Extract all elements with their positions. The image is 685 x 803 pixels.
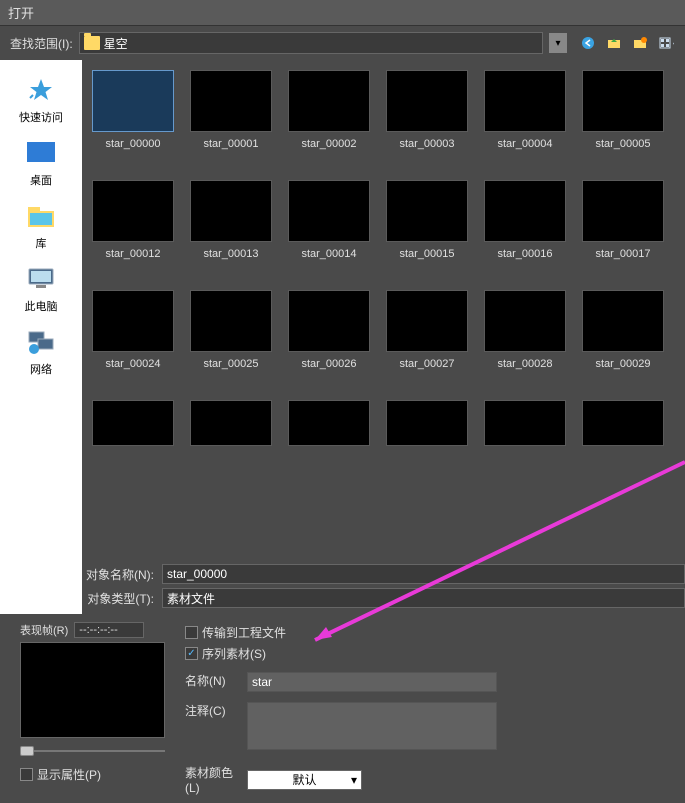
sidebar-item-label: 桌面 — [30, 172, 52, 188]
transfer-checkbox[interactable] — [185, 626, 198, 639]
folder-icon — [84, 36, 100, 50]
sidebar-network[interactable]: 网络 — [23, 324, 59, 379]
file-item[interactable]: star_00013 — [190, 180, 272, 260]
file-item[interactable]: star_00014 — [288, 180, 370, 260]
comment-label: 注释(C) — [185, 702, 241, 719]
file-item[interactable]: star_00002 — [288, 70, 370, 150]
file-item[interactable]: star_00015 — [386, 180, 468, 260]
new-folder-icon[interactable] — [631, 34, 649, 52]
file-item[interactable] — [288, 400, 370, 446]
file-item[interactable] — [386, 400, 468, 446]
file-item[interactable] — [92, 400, 174, 446]
file-item[interactable]: star_00004 — [484, 70, 566, 150]
network-icon — [25, 326, 57, 358]
material-name-input[interactable] — [247, 672, 497, 692]
file-item[interactable]: star_00003 — [386, 70, 468, 150]
sidebar-item-label: 快速访问 — [19, 109, 63, 125]
sidebar-desktop[interactable]: 桌面 — [23, 135, 59, 190]
back-icon[interactable] — [579, 34, 597, 52]
file-item[interactable]: star_00024 — [92, 290, 174, 370]
file-item[interactable] — [484, 400, 566, 446]
folder-path-text: 星空 — [104, 35, 538, 52]
color-label: 素材颜色(L) — [185, 764, 241, 795]
preview-box — [20, 642, 165, 738]
material-name-label: 名称(N) — [185, 672, 241, 689]
sequence-checkbox[interactable] — [185, 647, 198, 660]
sidebar-quick-access[interactable]: 快速访问 — [17, 72, 65, 127]
file-item[interactable]: star_00025 — [190, 290, 272, 370]
color-select[interactable]: 默认 — [247, 770, 362, 790]
sidebar-item-label: 库 — [36, 235, 47, 251]
object-name-input[interactable] — [162, 564, 685, 584]
comment-textarea[interactable] — [247, 702, 497, 750]
svg-text:▾: ▾ — [673, 40, 674, 49]
computer-icon — [25, 263, 57, 295]
library-icon — [25, 200, 57, 232]
file-item[interactable]: star_00000 — [92, 70, 174, 150]
file-item[interactable]: star_00005 — [582, 70, 664, 150]
sidebar-item-label: 此电脑 — [25, 298, 58, 314]
path-dropdown-button[interactable]: ▾ — [549, 33, 567, 53]
view-menu-icon[interactable]: ▾ — [657, 34, 675, 52]
window-title: 打开 — [0, 0, 685, 26]
lookup-label: 查找范围(I): — [10, 35, 73, 52]
frame-label: 表现帧(R) — [20, 622, 68, 638]
show-attr-label: 显示属性(P) — [37, 766, 101, 783]
file-item[interactable]: star_00016 — [484, 180, 566, 260]
show-attr-checkbox[interactable] — [20, 768, 33, 781]
sidebar-item-label: 网络 — [30, 361, 52, 377]
file-item[interactable]: star_00012 — [92, 180, 174, 260]
object-name-label: 对象名称(N): — [82, 566, 158, 583]
lookup-bar: 查找范围(I): 星空 ▾ ▾ — [0, 26, 685, 60]
sidebar-this-pc[interactable]: 此电脑 — [23, 261, 60, 316]
frame-slider[interactable] — [20, 744, 165, 758]
sequence-label: 序列素材(S) — [202, 645, 266, 662]
object-type-label: 对象类型(T): — [82, 590, 158, 607]
object-type-select[interactable]: 素材文件 — [162, 588, 685, 608]
time-display: --:--:--:-- — [74, 622, 144, 638]
sidebar-library[interactable]: 库 — [23, 198, 59, 253]
file-item[interactable]: star_00027 — [386, 290, 468, 370]
file-item[interactable] — [582, 400, 664, 446]
up-folder-icon[interactable] — [605, 34, 623, 52]
file-item[interactable]: star_00028 — [484, 290, 566, 370]
file-item[interactable]: star_00017 — [582, 180, 664, 260]
quick-access-icon — [25, 74, 57, 106]
file-item[interactable] — [190, 400, 272, 446]
desktop-icon — [25, 137, 57, 169]
file-item[interactable]: star_00026 — [288, 290, 370, 370]
transfer-label: 传输到工程文件 — [202, 624, 286, 641]
file-browser-grid: star_00000 star_00001 star_00002 star_00… — [82, 60, 685, 558]
folder-path-select[interactable]: 星空 — [79, 32, 543, 54]
file-item[interactable]: star_00029 — [582, 290, 664, 370]
toolbar-icons: ▾ — [573, 34, 675, 52]
file-item[interactable]: star_00001 — [190, 70, 272, 150]
